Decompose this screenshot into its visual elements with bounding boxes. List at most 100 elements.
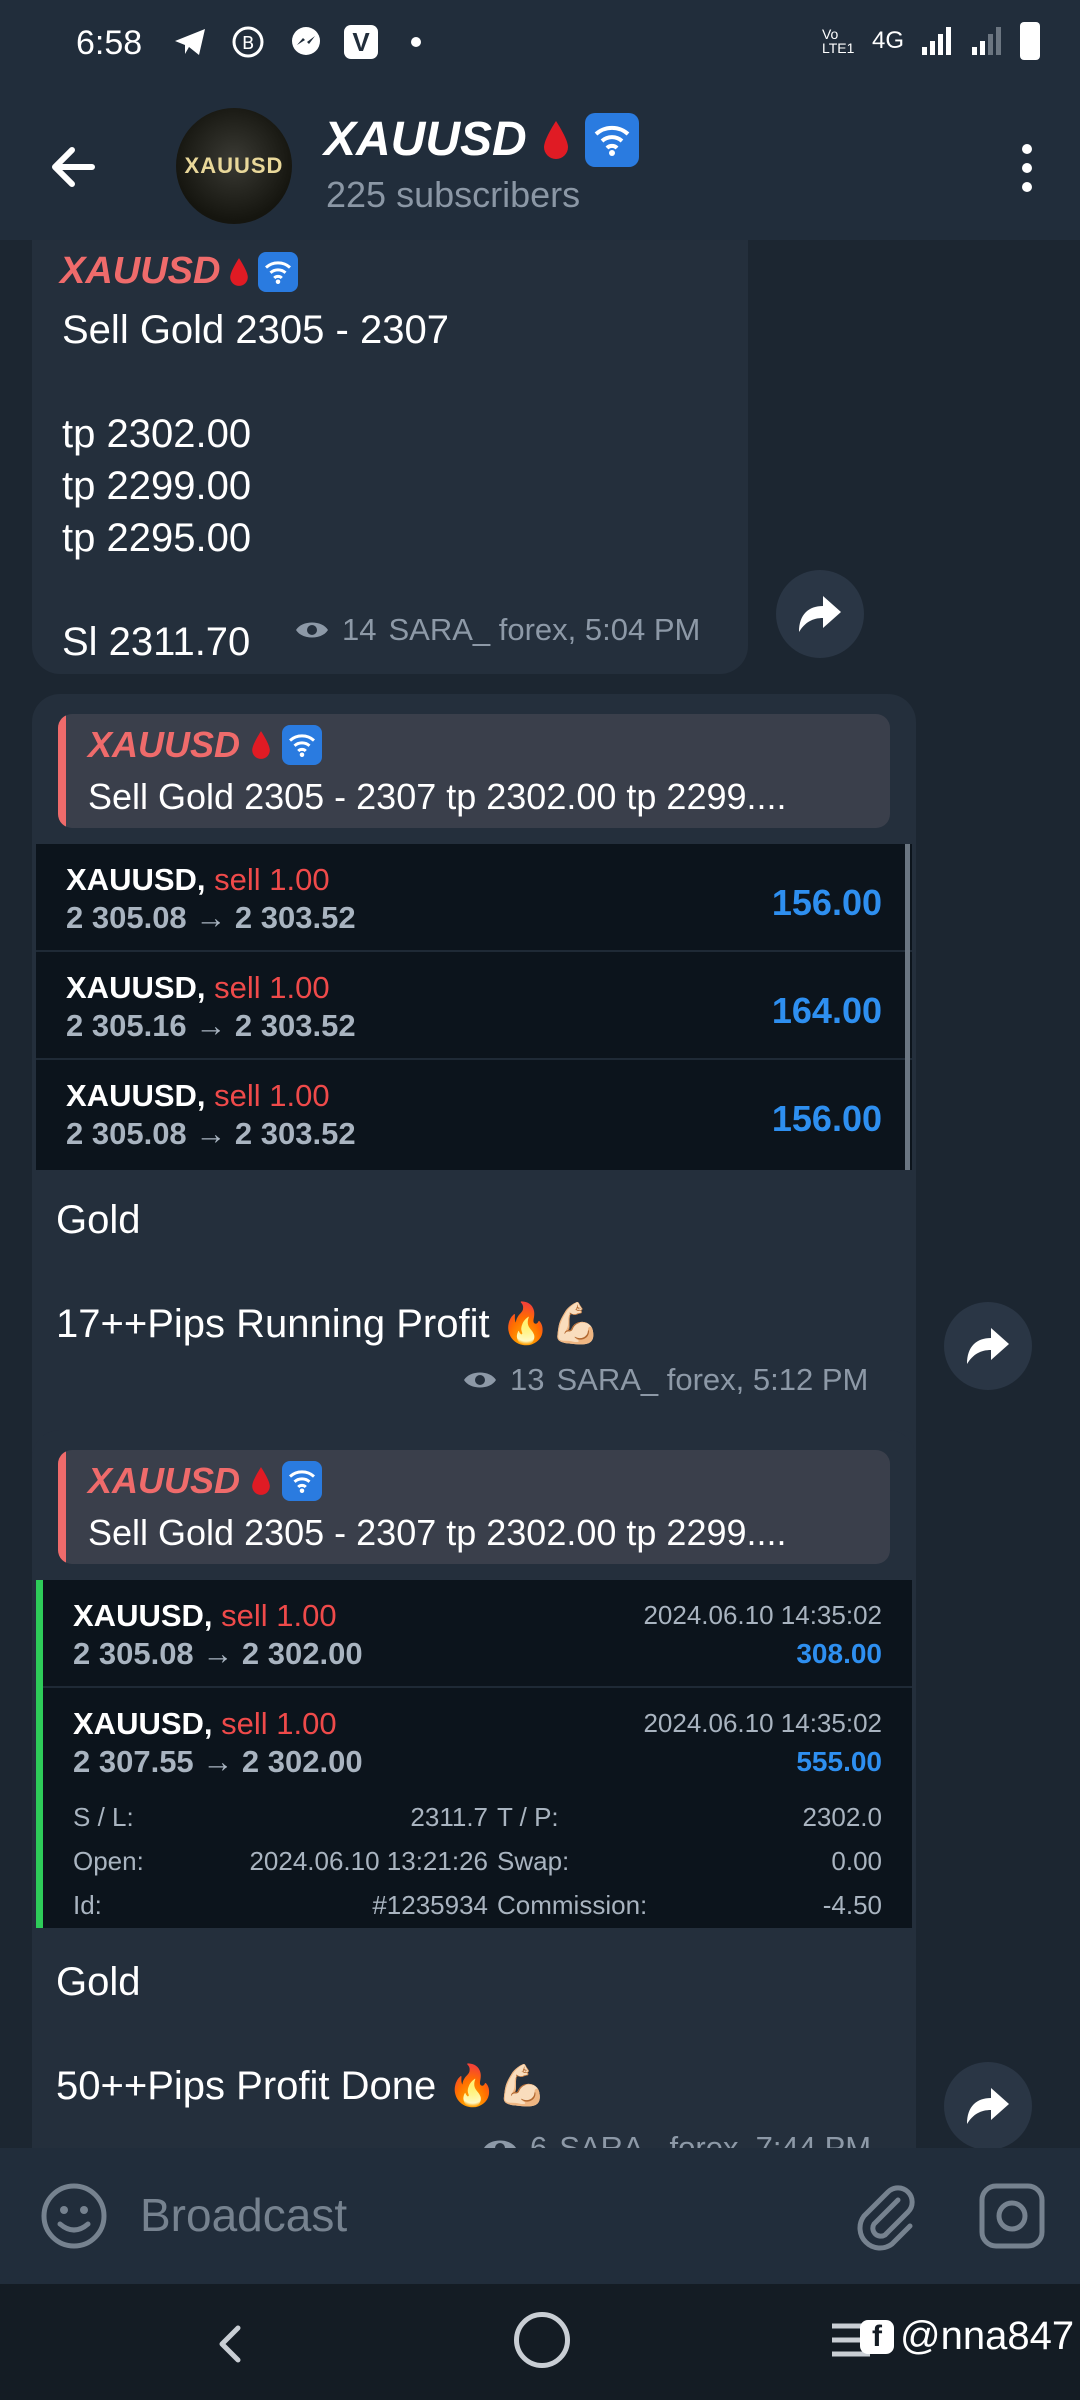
v-app-icon: V <box>344 25 378 59</box>
open-value: 2024.06.10 13:21:26 <box>249 1846 488 1876</box>
facebook-icon: f <box>860 2319 894 2354</box>
trade-screenshot[interactable]: XAUUSD, sell 1.00 2 305.08 → 2 303.52 15… <box>36 844 912 1170</box>
more-notifications-icon <box>396 22 436 62</box>
message-input[interactable]: Broadcast <box>140 2188 347 2242</box>
channel-avatar[interactable]: XAUUSD <box>176 108 292 224</box>
message-list[interactable]: XAUUSD Sell Gold 2305 - 2307 tp 2302.00 … <box>0 240 1080 2148</box>
nav-home-button[interactable] <box>514 2312 570 2368</box>
message-meta: 6 SARA_ forex, 7:44 PM <box>482 2130 871 2148</box>
message-meta: 13 SARA_ forex, 5:12 PM <box>462 1362 868 1398</box>
trade-symbol: XAUUSD, <box>73 1598 213 1633</box>
trade-side: sell 1.00 <box>221 1598 337 1633</box>
message-text-title: Gold <box>56 1960 141 2004</box>
channel-title[interactable]: XAUUSD <box>324 112 639 167</box>
message-meta: 14 SARA_ forex, 5:04 PM <box>294 612 700 648</box>
trade-row-expanded: XAUUSD, sell 1.00 2 307.55 → 2 302.00 20… <box>43 1688 912 1928</box>
trade-profit: 555.00 <box>796 1746 882 1777</box>
battery-icon <box>1020 22 1040 60</box>
message-input-bar: Broadcast <box>0 2148 1080 2284</box>
blood-drop-icon <box>252 1467 270 1495</box>
system-icons: Vo LTE1 4G <box>822 22 1040 60</box>
views-icon <box>484 2140 516 2148</box>
b-app-icon: B <box>228 22 268 62</box>
forward-button[interactable] <box>944 1302 1032 1390</box>
sl-label: S / L: <box>73 1802 134 1832</box>
reply-preview[interactable]: XAUUSD Sell Gold 2305 - 2307 tp 2302.00 … <box>58 1450 890 1564</box>
message-sender: XAUUSD <box>60 250 299 293</box>
trade-profit: 164.00 <box>771 990 882 1031</box>
id-label: Id: <box>73 1890 102 1920</box>
trade-date: 2024.06.10 14:35:02 <box>643 1708 882 1738</box>
share-icon <box>967 1328 1009 1364</box>
forward-button[interactable] <box>776 570 864 658</box>
message-bubble[interactable]: XAUUSD Sell Gold 2305 - 2307 tp 2302.00 … <box>32 1430 916 2148</box>
camera-button[interactable] <box>974 2178 1050 2254</box>
wifi-icon <box>258 251 299 292</box>
share-icon <box>967 2088 1009 2124</box>
trade-symbol: XAUUSD, <box>66 1078 206 1113</box>
trade-row: XAUUSD, sell 1.00 2 305.08 → 2 303.52 15… <box>36 1060 912 1168</box>
trade-profit: 156.00 <box>771 1098 882 1139</box>
notification-icons: B V <box>170 22 436 62</box>
chevron-left-icon <box>219 2325 241 2363</box>
nav-back-button[interactable] <box>200 2314 260 2374</box>
chat-header: XAUUSD XAUUSD 225 subscribers <box>0 88 1080 240</box>
trade-row: XAUUSD, sell 1.00 2 305.08 → 2 303.52 15… <box>36 844 912 952</box>
trade-symbol: XAUUSD, <box>66 862 206 897</box>
emoji-button[interactable] <box>38 2180 110 2252</box>
forward-button[interactable] <box>944 2062 1032 2148</box>
commission-label: Commission: <box>497 1890 648 1920</box>
reply-text: Sell Gold 2305 - 2307 tp 2302.00 tp 2299… <box>88 1512 787 1553</box>
svg-text:B: B <box>242 33 254 54</box>
watermark: f @nna847 <box>860 2314 1074 2359</box>
blood-drop-icon <box>543 120 568 159</box>
blood-drop-icon <box>252 731 270 759</box>
messenger-icon <box>286 22 326 62</box>
trade-screenshot[interactable]: XAUUSD, sell 1.00 2 305.08 → 2 302.00 20… <box>36 1580 912 1928</box>
trade-profit: 308.00 <box>796 1638 882 1669</box>
camera-icon <box>979 2183 1045 2249</box>
share-icon <box>799 596 841 632</box>
network-type: 4G <box>871 27 904 54</box>
message-text-title: Gold <box>56 1198 141 1242</box>
swap-label: Swap: <box>497 1846 570 1876</box>
swap-value: 0.00 <box>831 1846 882 1876</box>
trade-side: sell 1.00 <box>214 862 330 897</box>
trade-profit: 156.00 <box>771 882 882 923</box>
open-label: Open: <box>73 1846 144 1876</box>
wifi-icon <box>584 112 639 167</box>
trade-date: 2024.06.10 14:35:02 <box>643 1600 882 1630</box>
commission-value: -4.50 <box>822 1890 882 1920</box>
status-time: 6:58 <box>76 24 143 62</box>
screenshot-scrollbar <box>905 844 910 1170</box>
blood-drop-icon <box>230 257 249 286</box>
message-bubble[interactable]: XAUUSD Sell Gold 2305 - 2307 tp 2302.00 … <box>32 240 748 674</box>
back-button[interactable] <box>40 132 110 202</box>
attach-button[interactable] <box>848 2178 924 2254</box>
reply-text: Sell Gold 2305 - 2307 tp 2302.00 tp 2299… <box>88 776 787 817</box>
id-value: #1235934 <box>372 1890 488 1920</box>
arrow-left-icon <box>52 147 95 187</box>
system-nav-bar: f @nna847 <box>0 2284 1080 2400</box>
trade-side: sell 1.00 <box>214 1078 330 1113</box>
views-icon <box>296 622 328 638</box>
paperclip-icon <box>857 2185 915 2251</box>
trade-symbol: XAUUSD, <box>66 970 206 1005</box>
trade-row: XAUUSD, sell 1.00 2 305.16 → 2 303.52 16… <box>36 952 912 1060</box>
trade-prices: 2 305.16 → 2 303.52 <box>66 1008 356 1043</box>
reply-preview[interactable]: XAUUSD Sell Gold 2305 - 2307 tp 2302.00 … <box>58 714 890 828</box>
wifi-icon <box>282 1461 323 1501</box>
signal-icon <box>922 27 951 55</box>
trade-prices: 2 305.08 → 2 302.00 <box>73 1636 363 1671</box>
smiley-icon <box>41 2183 107 2249</box>
volte-icon: Vo LTE1 <box>821 26 855 56</box>
more-options-button[interactable] <box>1002 138 1052 198</box>
telegram-icon <box>170 22 210 62</box>
trade-row: XAUUSD, sell 1.00 2 305.08 → 2 302.00 20… <box>43 1580 912 1688</box>
trade-side: sell 1.00 <box>214 970 330 1005</box>
trade-prices: 2 305.08 → 2 303.52 <box>66 900 356 935</box>
trade-side: sell 1.00 <box>221 1706 337 1741</box>
trade-symbol: XAUUSD, <box>73 1706 213 1741</box>
sl-value: 2311.7 <box>410 1802 488 1832</box>
message-text-body: 17++Pips Running Profit 🔥💪🏻 <box>56 1302 601 1346</box>
